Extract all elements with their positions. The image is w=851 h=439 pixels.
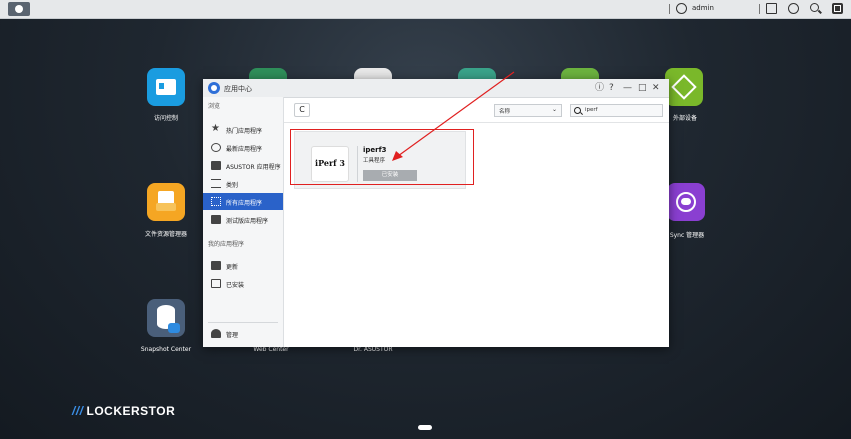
annotation-arrow	[392, 71, 515, 161]
